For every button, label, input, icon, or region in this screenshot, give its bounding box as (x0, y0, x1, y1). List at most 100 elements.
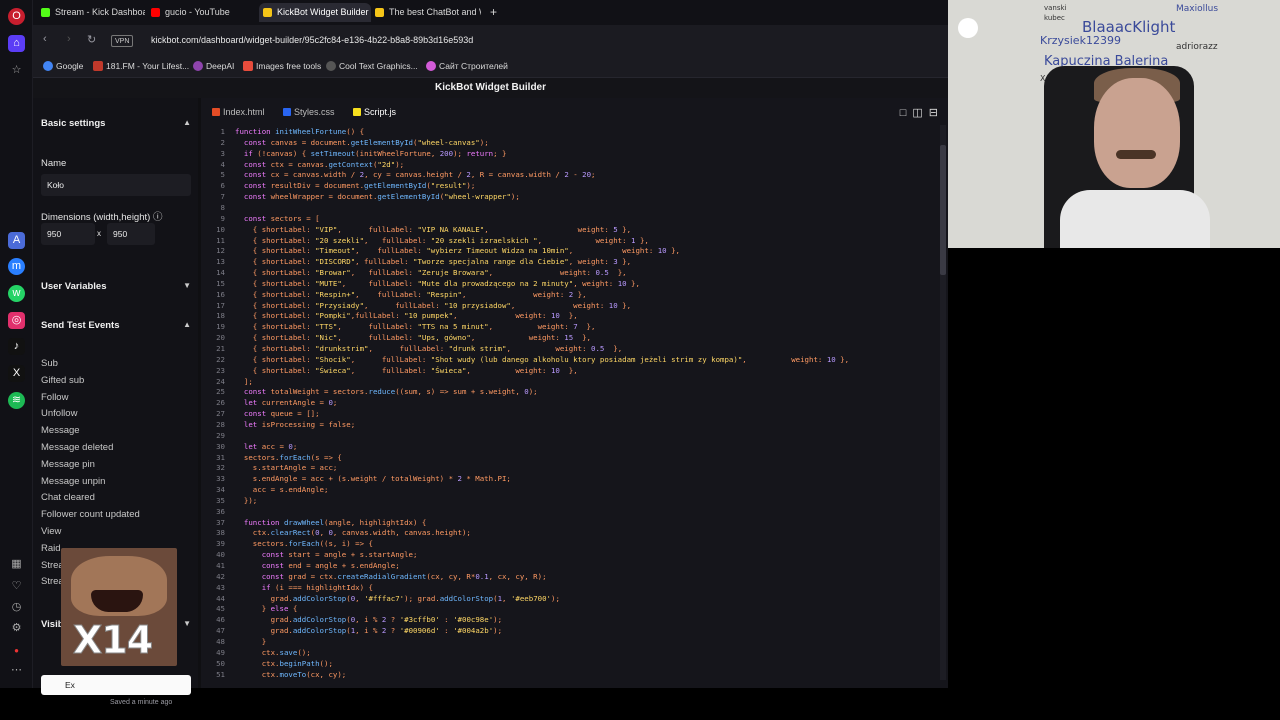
height-input[interactable]: 950 (107, 223, 155, 245)
code-line[interactable]: acc = s.endAngle; (235, 485, 329, 494)
code-line[interactable]: s.startAngle = acc; (235, 463, 338, 472)
code-line[interactable]: sectors.forEach(s => { (235, 453, 342, 462)
code-line[interactable]: function initWheelFortune() { (235, 127, 364, 136)
bookmark-google[interactable]: Google (43, 61, 83, 71)
instagram-icon[interactable]: ◎ (8, 312, 25, 329)
code-line[interactable]: { shortLabel: "drunkstrim", fullLabel: "… (235, 344, 622, 353)
tab-best-chatbot[interactable]: The best ChatBot and Wi (371, 3, 481, 22)
bookmark-cool-text[interactable]: Cool Text Graphics... (326, 61, 418, 71)
test-event-item[interactable]: View (41, 526, 61, 537)
messenger-icon[interactable]: m (8, 258, 25, 275)
code-line[interactable]: { shortLabel: "Przysiady", fullLabel: "1… (235, 301, 631, 310)
test-event-item[interactable]: Message (41, 425, 80, 436)
code-line[interactable]: ]; (235, 377, 253, 386)
bookmark-deepai[interactable]: DeepAI (193, 61, 234, 71)
code-line[interactable]: { shortLabel: "VIP", fullLabel: "VIP NA … (235, 225, 631, 234)
test-event-item[interactable]: Message pin (41, 459, 95, 470)
home-icon[interactable]: ⌂ (8, 35, 25, 52)
basic-settings-header[interactable]: Basic settings ▲ (41, 118, 191, 129)
code-line[interactable]: { shortLabel: "DISCORD", fullLabel: "Two… (235, 257, 631, 266)
code-line[interactable]: { shortLabel: "20 szekli", fullLabel: "2… (235, 236, 649, 245)
test-event-item[interactable]: Follower count updated (41, 509, 140, 520)
heart-icon[interactable]: ♡ (8, 578, 25, 595)
opera-logo-icon[interactable]: O (8, 8, 25, 25)
send-test-events-header[interactable]: Send Test Events ▲ (41, 320, 191, 331)
tab-youtube[interactable]: gucio - YouTube (147, 3, 257, 22)
vpn-badge[interactable]: VPN (111, 35, 134, 47)
tab-kick-dashboard[interactable]: Stream - Kick Dashboard (37, 3, 145, 22)
back-arrow-icon[interactable]: ‹ (43, 33, 47, 45)
settings-gear-icon[interactable]: ⚙ (8, 620, 25, 637)
x-twitter-icon[interactable]: X (8, 365, 25, 382)
code-line[interactable]: const wheelWrapper = document.getElement… (235, 192, 520, 201)
new-tab-button[interactable]: + (485, 3, 503, 22)
test-event-item[interactable]: Raid (41, 543, 61, 554)
whatsapp-icon[interactable]: w (8, 285, 25, 302)
code-line[interactable]: { shortLabel: "Browar", fullLabel: "Zeru… (235, 268, 627, 277)
name-input[interactable]: Koło (41, 174, 191, 196)
aria-icon[interactable]: A (8, 232, 25, 249)
tab-script-js[interactable]: Script.js (353, 104, 396, 120)
editor-scrollbar[interactable] (940, 125, 946, 680)
test-event-item[interactable]: Gifted sub (41, 375, 84, 386)
bookmark-181fm[interactable]: 181.FM - Your Lifest... (93, 61, 189, 71)
forward-arrow-icon[interactable]: › (67, 33, 71, 45)
code-line[interactable]: } else { (235, 604, 298, 613)
code-line[interactable]: }); (235, 496, 257, 505)
test-event-item[interactable]: Message unpin (41, 476, 105, 487)
code-line[interactable]: { shortLabel: "TTS", fullLabel: "TTS na … (235, 322, 596, 331)
spotify-icon[interactable]: ≋ (8, 392, 25, 409)
code-line[interactable]: ctx.save(); (235, 648, 311, 657)
more-icon[interactable]: ⋯ (8, 662, 25, 679)
code-line[interactable]: s.endAngle = acc + (s.weight / totalWeig… (235, 474, 511, 483)
test-event-item[interactable]: Follow (41, 392, 68, 403)
url-field[interactable]: kickbot.com/dashboard/widget-builder/95c… (151, 35, 473, 45)
code-line[interactable]: const grad = ctx.createRadialGradient(cx… (235, 572, 547, 581)
code-line[interactable]: { shortLabel: "MUTE", fullLabel: "Mute d… (235, 279, 640, 288)
code-line[interactable]: sectors.forEach((s, i) => { (235, 539, 373, 548)
tab-index-html[interactable]: Index.html (212, 104, 265, 120)
code-line[interactable]: { shortLabel: "Respin+", fullLabel: "Res… (235, 290, 587, 299)
opera-red-icon[interactable]: ● (8, 642, 25, 659)
bookmark-site-builders[interactable]: Сайт Строителей (426, 61, 508, 71)
test-event-item[interactable]: Sub (41, 358, 58, 369)
code-line[interactable]: const end = angle + s.endAngle; (235, 561, 400, 570)
code-line[interactable]: { shortLabel: "Pompki",fullLabel: "10 pu… (235, 311, 578, 320)
bookmark-images-free-tools[interactable]: Images free tools (243, 61, 321, 71)
code-line[interactable]: function drawWheel(angle, highlightIdx) … (235, 518, 426, 527)
history-icon[interactable]: ◷ (8, 599, 25, 616)
width-input[interactable]: 950 (41, 223, 95, 245)
layout-toggle-icons[interactable]: □◫⊟ (900, 106, 944, 119)
code-line[interactable]: const ctx = canvas.getContext("2d"); (235, 160, 404, 169)
code-line[interactable]: const start = angle + s.startAngle; (235, 550, 418, 559)
code-line[interactable]: grad.addColorStop(0, '#fffac7'); grad.ad… (235, 594, 560, 603)
code-line[interactable]: grad.addColorStop(1, i % 2 ? '#00906d' :… (235, 626, 502, 635)
code-line[interactable]: } (235, 637, 266, 646)
test-event-item[interactable]: Chat cleared (41, 492, 95, 503)
code-line[interactable]: ctx.clearRect(0, 0, canvas.width, canvas… (235, 528, 471, 537)
code-line[interactable]: { shortLabel: "Shocik", fullLabel: "Shot… (235, 355, 849, 364)
reload-icon[interactable]: ↻ (87, 33, 96, 46)
export-button[interactable]: Ex (41, 675, 191, 695)
code-line[interactable]: grad.addColorStop(0, i % 2 ? '#3cffb0' :… (235, 615, 502, 624)
code-line[interactable]: if (i === highlightIdx) { (235, 583, 373, 592)
code-line[interactable]: if (!canvas) { setTimeout(initWheelFortu… (235, 149, 507, 158)
code-line[interactable]: let acc = 0; (235, 442, 297, 451)
code-line[interactable]: ctx.moveTo(cx, cy); (235, 670, 347, 679)
code-line[interactable]: ctx.beginPath(); (235, 659, 333, 668)
code-line[interactable]: const queue = []; (235, 409, 320, 418)
apps-icon[interactable]: ▦ (8, 556, 25, 573)
tiktok-icon[interactable]: ♪ (8, 338, 25, 355)
code-line[interactable]: const totalWeight = sectors.reduce((sum,… (235, 387, 538, 396)
code-line[interactable]: const sectors = [ (235, 214, 320, 223)
code-line[interactable]: const cx = canvas.width / 2, cy = canvas… (235, 170, 596, 179)
user-variables-header[interactable]: User Variables ▼ (41, 281, 191, 292)
code-line[interactable]: { shortLabel: "Świeca", fullLabel: "Świe… (235, 366, 578, 375)
star-icon[interactable]: ☆ (8, 62, 25, 79)
test-event-item[interactable]: Message deleted (41, 442, 113, 453)
info-icon[interactable]: ⓘ (153, 212, 163, 223)
tab-kickbot-widget-builder[interactable]: KickBot Widget Builder (259, 3, 371, 22)
scrollbar-thumb[interactable] (940, 145, 946, 275)
code-area[interactable]: 1 function initWheelFortune() {2 const ca… (201, 125, 938, 680)
code-line[interactable]: let isProcessing = false; (235, 420, 355, 429)
